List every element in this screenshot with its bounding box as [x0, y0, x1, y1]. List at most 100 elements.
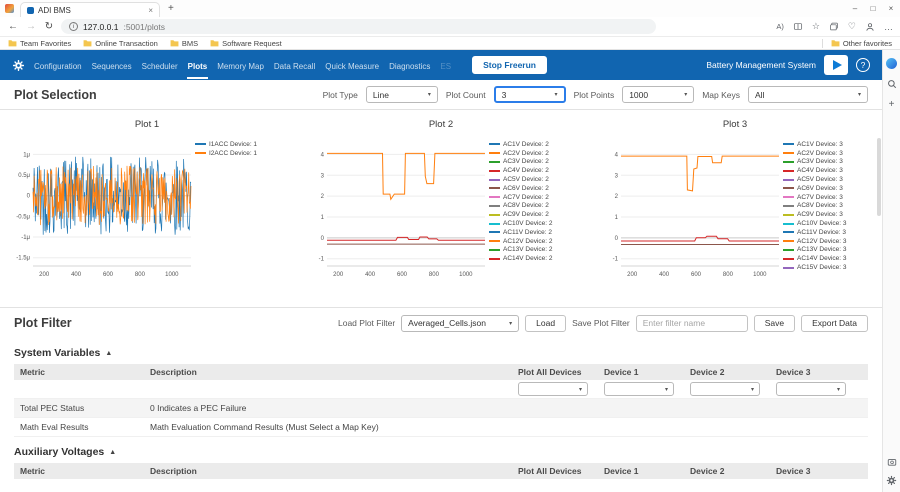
close-button[interactable]: ×	[882, 4, 900, 13]
add-sidebar-icon[interactable]: +	[889, 99, 895, 110]
legend-item[interactable]: AC6V Device: 3	[783, 184, 873, 193]
collections-icon[interactable]	[829, 22, 839, 31]
new-tab-button[interactable]: +	[168, 3, 174, 14]
stop-freerun-button[interactable]: Stop Freerun	[472, 56, 547, 74]
legend-item[interactable]: AC7V Device: 3	[783, 193, 873, 202]
address-bar[interactable]: i 127.0.0.1:5001/plots	[61, 19, 656, 34]
chart-area[interactable]: 1μ 0.5μ 0 -0.5μ -1μ -1.5μ 200 400 600 800 1000	[9, 138, 195, 307]
nav-item-es[interactable]: ES	[439, 52, 452, 79]
favorites-star-icon[interactable]: ☆	[812, 21, 820, 32]
legend-item[interactable]: AC5V Device: 3	[783, 175, 873, 184]
page-scrollbar[interactable]	[877, 138, 881, 216]
device-select[interactable]: ▾	[518, 382, 588, 396]
site-info-icon[interactable]: i	[69, 22, 78, 31]
legend-item[interactable]: AC13V Device: 2	[489, 246, 579, 255]
minimize-button[interactable]: –	[846, 4, 864, 13]
legend-item[interactable]: AC6V Device: 2	[489, 184, 579, 193]
settings-ellipsis-icon[interactable]: …	[884, 22, 893, 32]
nav-item-scheduler[interactable]: Scheduler	[141, 52, 179, 79]
legend-item[interactable]: AC14V Device: 2	[489, 254, 579, 263]
legend-item[interactable]: AC12V Device: 2	[489, 237, 579, 246]
legend-item[interactable]: AC14V Device: 3	[783, 254, 873, 263]
legend-item[interactable]: AC3V Device: 2	[489, 158, 579, 167]
nav-item-sequences[interactable]: Sequences	[91, 52, 133, 79]
legend-item[interactable]: AC3V Device: 3	[783, 158, 873, 167]
device-select[interactable]: ▾	[604, 382, 674, 396]
nav-item-diagnostics[interactable]: Diagnostics	[388, 52, 431, 79]
nav-item-quick-measure[interactable]: Quick Measure	[324, 52, 380, 79]
plot-points-select[interactable]: 1000 ▾	[622, 86, 695, 103]
legend-item[interactable]: AC4V Device: 3	[783, 166, 873, 175]
legend-item[interactable]: AC4V Device: 2	[489, 166, 579, 175]
legend-item[interactable]: AC2V Device: 2	[489, 149, 579, 158]
read-aloud-icon[interactable]: A)	[776, 22, 784, 31]
search-icon[interactable]	[887, 79, 897, 89]
profile-avatar-icon[interactable]	[865, 22, 875, 32]
favorites-bar-item[interactable]: Online Transaction	[83, 39, 158, 48]
section-title[interactable]: System Variables ▲	[14, 347, 868, 359]
chart-area[interactable]: 4 3 2 1 0 -1 200 400 600 800 1000	[303, 138, 489, 307]
copilot-icon[interactable]	[886, 58, 897, 69]
legend-item[interactable]: AC2V Device: 3	[783, 149, 873, 158]
legend-item[interactable]: AC8V Device: 3	[783, 202, 873, 211]
legend-item[interactable]: AC9V Device: 2	[489, 210, 579, 219]
split-screen-icon[interactable]	[793, 22, 803, 31]
filter-name-input[interactable]	[635, 314, 748, 332]
svg-text:200: 200	[333, 272, 344, 278]
plot-type-select[interactable]: Line ▾	[365, 86, 438, 103]
legend-item[interactable]: AC13V Device: 3	[783, 246, 873, 255]
screenshot-tool-icon[interactable]	[887, 457, 897, 467]
legend-item[interactable]: AC1V Device: 3	[783, 140, 873, 149]
legend-item[interactable]: AC5V Device: 2	[489, 175, 579, 184]
help-button[interactable]: ?	[856, 58, 870, 72]
legend-item[interactable]: AC7V Device: 2	[489, 193, 579, 202]
collapse-arrow-icon[interactable]: ▲	[109, 449, 116, 456]
description-cell: Math Evaluation Command Results (Must Se…	[150, 422, 379, 432]
legend-item[interactable]: AC10V Device: 2	[489, 219, 579, 228]
legend-item[interactable]: AC11V Device: 3	[783, 228, 873, 237]
legend-item[interactable]: I2ACC Device: 1	[195, 149, 285, 158]
load-button[interactable]: Load	[525, 314, 567, 332]
legend-swatch	[783, 187, 794, 190]
legend-item[interactable]: AC15V Device: 3	[783, 263, 873, 272]
favorites-bar-item[interactable]: Team Favorites	[8, 39, 71, 48]
device-select[interactable]: ▾	[690, 382, 760, 396]
legend-item[interactable]: AC11V Device: 2	[489, 228, 579, 237]
chevron-down-icon: ▾	[578, 386, 582, 393]
legend-item[interactable]: I1ACC Device: 1	[195, 140, 285, 149]
legend-item[interactable]: AC12V Device: 3	[783, 237, 873, 246]
device-select[interactable]: ▾	[776, 382, 846, 396]
favorite-label: Team Favorites	[20, 38, 72, 48]
legend-item[interactable]: AC8V Device: 2	[489, 202, 579, 211]
forward-icon[interactable]: →	[25, 21, 37, 32]
collapse-arrow-icon[interactable]: ▲	[105, 350, 112, 357]
back-icon[interactable]: ←	[7, 21, 19, 32]
save-button[interactable]: Save	[753, 314, 796, 332]
legend-item[interactable]: AC9V Device: 3	[783, 210, 873, 219]
plot-count-select[interactable]: 3 ▾	[493, 86, 566, 103]
maximize-button[interactable]: □	[864, 4, 882, 13]
legend-item[interactable]: AC1V Device: 2	[489, 140, 579, 149]
export-data-button[interactable]: Export Data	[801, 314, 868, 332]
load-filter-select[interactable]: Averaged_Cells.json ▾	[401, 314, 520, 332]
favorites-bar-item[interactable]: Software Request	[210, 39, 282, 48]
nav-item-memory-map[interactable]: Memory Map	[216, 52, 265, 79]
favorites-bar-item[interactable]: BMS	[170, 39, 198, 48]
settings-gear-icon[interactable]	[12, 59, 25, 72]
nav-item-data-recall[interactable]: Data Recall	[273, 52, 316, 79]
nav-item-plots[interactable]: Plots	[186, 52, 209, 79]
legend-item[interactable]: AC10V Device: 3	[783, 219, 873, 228]
run-play-button[interactable]	[824, 55, 848, 75]
section-title[interactable]: Auxiliary Voltages ▲	[14, 446, 868, 458]
nav-item-configuration[interactable]: Configuration	[33, 52, 83, 79]
browser-tab[interactable]: ADI BMS ×	[20, 2, 160, 17]
sidebar-settings-gear-icon[interactable]	[886, 475, 897, 486]
map-keys-select[interactable]: All ▾	[748, 86, 868, 103]
chevron-down-icon: ▾	[427, 92, 431, 98]
browser-essentials-heart-icon[interactable]: ♡	[848, 21, 856, 32]
tab-close-icon[interactable]: ×	[148, 6, 153, 15]
control-label: Plot Count	[445, 89, 486, 100]
chart-area[interactable]: 4 3 2 1 0 -1 200 400 600 800 1000	[597, 138, 783, 307]
other-favorites[interactable]: Other favorites	[821, 38, 892, 48]
refresh-icon[interactable]: ↻	[43, 21, 55, 32]
